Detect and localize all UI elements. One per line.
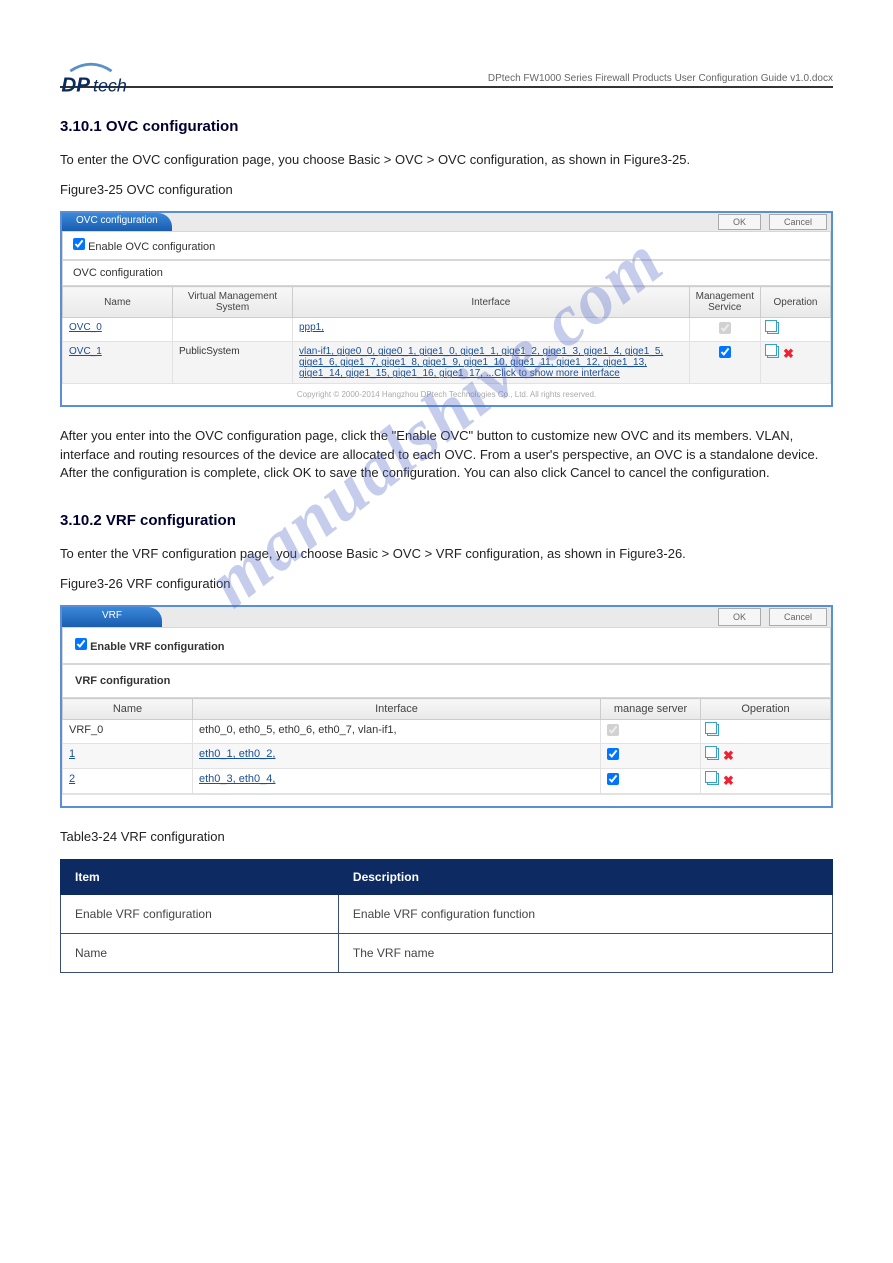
ovc-list-title: OVC configuration <box>62 260 831 286</box>
copy-icon[interactable] <box>707 773 719 785</box>
delete-icon[interactable]: ✖ <box>723 748 734 764</box>
nav-path-vrf: To enter the VRF configuration page, you… <box>60 545 833 563</box>
copy-icon[interactable] <box>767 322 779 334</box>
copy-icon[interactable] <box>707 748 719 760</box>
manage-checkbox[interactable] <box>607 748 619 760</box>
ovc-vms-cell <box>173 318 293 342</box>
desc-col-item: Item <box>61 859 339 894</box>
desc-text: The VRF name <box>338 933 832 972</box>
ovc-description: After you enter into the OVC configurati… <box>60 427 833 482</box>
manage-checkbox[interactable] <box>607 773 619 785</box>
ovc-iface-link[interactable]: vlan-if1, gige0_0, gige0_1, gige1_0, gig… <box>299 346 663 379</box>
ok-button[interactable]: OK <box>718 608 761 626</box>
nav-path-ovc: To enter the OVC configuration page, you… <box>60 151 833 169</box>
desc-item: Name <box>61 933 339 972</box>
table-caption-24: Table3-24 VRF configuration <box>60 828 833 846</box>
mgmt-checkbox[interactable] <box>719 346 731 358</box>
dptech-logo: DP tech <box>60 60 170 100</box>
col-name: Name <box>63 699 193 720</box>
vrf-panel: VRF OK Cancel Enable VRF configuration V… <box>60 605 833 808</box>
table-row: VRF_0 eth0_0, eth0_5, eth0_6, eth0_7, vl… <box>63 720 831 744</box>
col-mgmt: Management Service <box>689 287 760 318</box>
delete-icon[interactable]: ✖ <box>723 773 734 789</box>
vrf-name-link[interactable]: 2 <box>69 773 75 785</box>
enable-vrf-row: Enable VRF configuration <box>62 627 831 664</box>
table-row: OVC_0 ppp1, <box>63 318 831 342</box>
desc-item: Enable VRF configuration <box>61 894 339 933</box>
copyright-text: Copyright © 2000-2014 Hangzhou DPtech Te… <box>62 384 831 405</box>
panel-header: OVC configuration OK Cancel <box>62 213 831 231</box>
ovc-table: Name Virtual Management System Interface… <box>62 286 831 384</box>
enable-vrf-label: Enable VRF configuration <box>90 641 224 653</box>
panel-header: VRF OK Cancel <box>62 607 831 627</box>
panel-tab: OVC configuration <box>62 213 172 231</box>
description-table: Item Description Enable VRF configuratio… <box>60 859 833 973</box>
panel-tab: VRF <box>62 607 162 627</box>
col-name: Name <box>63 287 173 318</box>
figure-caption-26: Figure3-26 VRF configuration <box>60 575 833 593</box>
cancel-button[interactable]: Cancel <box>769 608 827 626</box>
manage-checkbox <box>607 724 619 736</box>
section-title-ovc: 3.10.1 OVC configuration <box>60 118 833 135</box>
ovc-vms-cell: PublicSystem <box>173 342 293 384</box>
copy-icon[interactable] <box>707 724 719 736</box>
table-row: 1 eth0_1, eth0_2, ✖ <box>63 744 831 769</box>
col-interface: Interface <box>193 699 601 720</box>
table-row: 2 eth0_3, eth0_4, ✖ <box>63 769 831 794</box>
desc-col-desc: Description <box>338 859 832 894</box>
section-title-vrf: 3.10.2 VRF configuration <box>60 512 833 529</box>
copy-icon[interactable] <box>767 346 779 358</box>
col-vms: Virtual Management System <box>173 287 293 318</box>
col-operation: Operation <box>701 699 831 720</box>
delete-icon[interactable]: ✖ <box>783 346 794 362</box>
ovc-name-link[interactable]: OVC_0 <box>69 322 102 333</box>
ok-button[interactable]: OK <box>718 214 761 230</box>
table-row: OVC_1 PublicSystem vlan-if1, gige0_0, gi… <box>63 342 831 384</box>
col-operation: Operation <box>761 287 831 318</box>
page-header-text: DPtech FW1000 Series Firewall Products U… <box>60 73 833 84</box>
vrf-iface-link[interactable]: eth0_1, eth0_2, <box>199 748 275 760</box>
ovc-name-link[interactable]: OVC_1 <box>69 346 102 357</box>
enable-ovc-row: Enable OVC configuration <box>62 231 831 260</box>
vrf-iface-link[interactable]: eth0_3, eth0_4, <box>199 773 275 785</box>
enable-ovc-checkbox[interactable] <box>73 238 85 250</box>
ovc-panel: OVC configuration OK Cancel Enable OVC c… <box>60 211 833 407</box>
desc-text: Enable VRF configuration function <box>338 894 832 933</box>
vrf-name-cell: VRF_0 <box>63 720 193 744</box>
mgmt-checkbox <box>719 322 731 334</box>
vrf-list-title: VRF configuration <box>62 664 831 698</box>
enable-ovc-label: Enable OVC configuration <box>88 241 215 253</box>
cancel-button[interactable]: Cancel <box>769 214 827 230</box>
figure-caption-25: Figure3-25 OVC configuration <box>60 181 833 199</box>
svg-text:tech: tech <box>93 76 127 96</box>
ovc-iface-link[interactable]: ppp1, <box>299 322 324 333</box>
vrf-table: Name Interface manage server Operation V… <box>62 698 831 794</box>
svg-text:DP: DP <box>61 74 90 97</box>
col-interface: Interface <box>293 287 690 318</box>
vrf-iface-cell: eth0_0, eth0_5, eth0_6, eth0_7, vlan-if1… <box>193 720 601 744</box>
col-manage: manage server <box>601 699 701 720</box>
enable-vrf-checkbox[interactable] <box>75 638 87 650</box>
vrf-name-link[interactable]: 1 <box>69 748 75 760</box>
